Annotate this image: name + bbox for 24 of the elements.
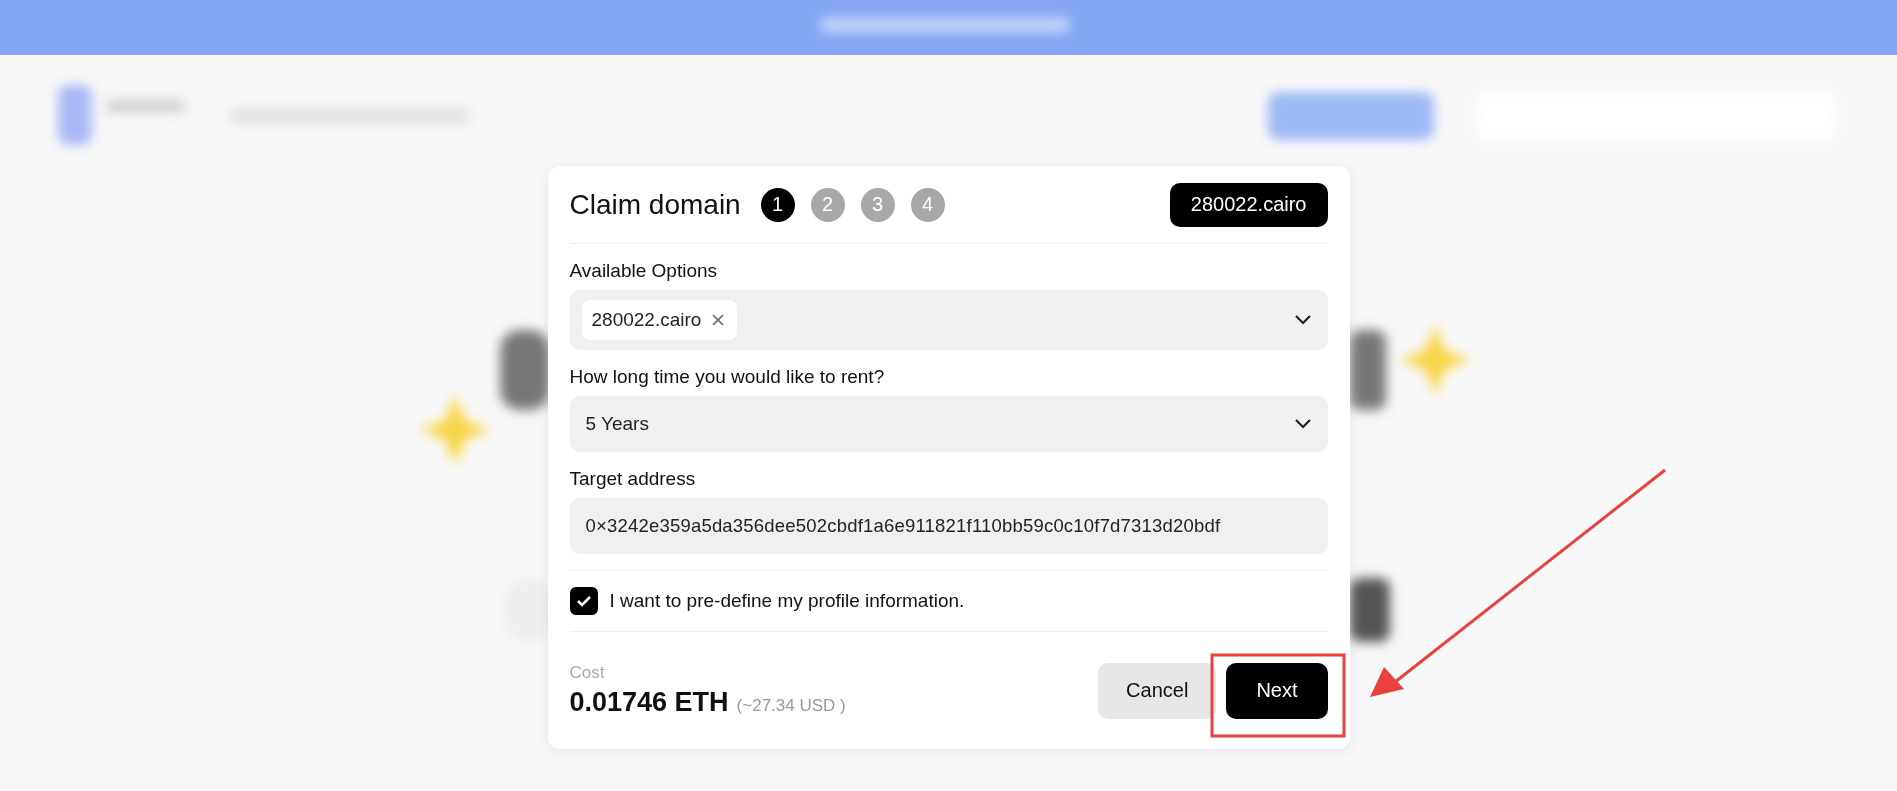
cost-amount: 0.01746 ETH	[569, 687, 729, 718]
next-button[interactable]: Next	[1226, 662, 1328, 719]
chevron-down-icon[interactable]	[1293, 314, 1312, 326]
field-label: Available Options	[569, 260, 719, 282]
cancel-button[interactable]: Cancel	[1098, 662, 1217, 719]
field-label: How long time you would like to rent?	[569, 366, 886, 388]
check-icon	[575, 595, 592, 607]
step-indicator: 2	[810, 187, 845, 222]
checkbox[interactable]	[569, 587, 598, 615]
checkbox-label: I want to pre-define my profile information.	[609, 590, 965, 612]
duration-select[interactable]: 5 Years	[569, 396, 1328, 452]
options-select[interactable]: 280022.cairo	[569, 290, 1328, 350]
tag-label: 280022.cairo	[591, 309, 702, 331]
address-field[interactable]: 0×3242e359a5da356dee502cbdf1a6e911821f110bb59c0c10f7d7313d20bdf	[569, 498, 1328, 554]
step-indicator: 3	[860, 187, 895, 222]
domain-badge: 280022.cairo	[1169, 182, 1328, 227]
dialog-title: Claim domain	[569, 188, 741, 221]
step-indicator: 1	[760, 187, 795, 222]
chevron-down-icon[interactable]	[1293, 418, 1312, 430]
field-label: Target address	[569, 468, 697, 490]
step-indicator: 4	[910, 187, 945, 222]
usd-amount: (~27.34 USD )	[736, 696, 846, 716]
cost-label: Cost	[569, 663, 606, 683]
close-icon[interactable]	[711, 313, 726, 327]
